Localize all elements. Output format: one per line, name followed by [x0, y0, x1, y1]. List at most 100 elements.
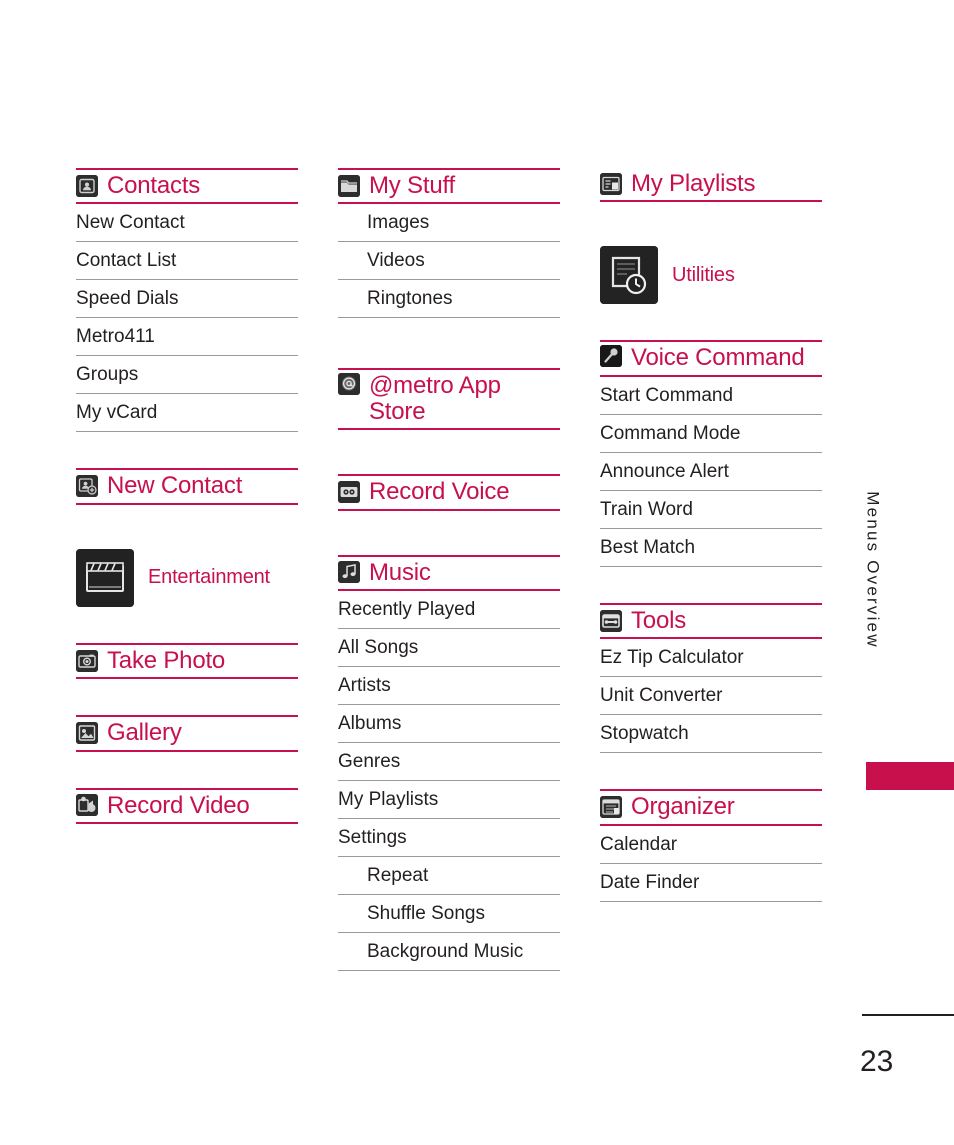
- section-header-contacts[interactable]: Contacts: [76, 168, 298, 205]
- calendar-organizer-icon: [600, 796, 622, 819]
- folder-icon: [338, 174, 360, 197]
- section-title: New Contact: [107, 472, 243, 500]
- list-item[interactable]: Command Mode: [600, 415, 822, 453]
- section-title: Record Voice: [369, 478, 510, 506]
- camcorder-icon: [76, 794, 98, 817]
- chapter-edge-label-text: Menus Overview: [864, 491, 883, 649]
- column-1: Contacts New Contact Contact List Speed …: [76, 168, 298, 825]
- list-item[interactable]: Ez Tip Calculator: [600, 639, 822, 678]
- list-item[interactable]: Artists: [338, 667, 560, 706]
- section-title: Voice Command: [631, 344, 805, 372]
- list-item[interactable]: Ringtones: [338, 280, 560, 319]
- cassette-tape-icon: [338, 481, 360, 504]
- section-title: My Stuff: [369, 172, 455, 199]
- section-title: Take Photo: [107, 646, 226, 674]
- menu-list-contacts: New Contact Contact List Speed Dials Met…: [76, 204, 298, 433]
- list-item[interactable]: Speed Dials: [76, 280, 298, 319]
- list-item[interactable]: Repeat: [338, 857, 560, 896]
- section-header-entertainment[interactable]: Entertainment: [76, 548, 298, 607]
- column-3: My Playlists Utilities Voice Command Sta…: [600, 168, 822, 902]
- list-item[interactable]: Date Finder: [600, 864, 822, 902]
- section-header-metro-app-store[interactable]: @metro App Store: [338, 368, 560, 431]
- list-item[interactable]: All Songs: [338, 629, 560, 668]
- section-record-voice: Record Voice: [338, 474, 560, 511]
- gallery-icon: [76, 722, 98, 745]
- section-new-contact: New Contact: [76, 468, 298, 505]
- section-header-music[interactable]: Music: [338, 554, 560, 592]
- menu-list-my-stuff: Images Videos Ringtones: [338, 204, 560, 319]
- new-contact-icon: [76, 475, 98, 498]
- section-header-take-photo[interactable]: Take Photo: [76, 642, 298, 680]
- list-item[interactable]: Best Match: [600, 529, 822, 567]
- section-my-playlists: My Playlists: [600, 168, 822, 203]
- list-item[interactable]: Train Word: [600, 491, 822, 529]
- list-item[interactable]: Metro411: [76, 318, 298, 357]
- section-header-new-contact[interactable]: New Contact: [76, 468, 298, 505]
- list-item[interactable]: New Contact: [76, 204, 298, 243]
- playlist-icon: [600, 172, 622, 195]
- section-header-record-video[interactable]: Record Video: [76, 787, 298, 825]
- list-item[interactable]: Settings: [338, 819, 560, 858]
- list-item[interactable]: Contact List: [76, 242, 298, 281]
- section-header-my-playlists[interactable]: My Playlists: [600, 168, 822, 203]
- section-header-my-stuff[interactable]: My Stuff: [338, 168, 560, 205]
- section-title: Entertainment: [148, 566, 270, 589]
- list-item[interactable]: Recently Played: [338, 591, 560, 630]
- section-title: My Playlists: [631, 170, 756, 197]
- list-item[interactable]: My Playlists: [338, 781, 560, 820]
- list-item[interactable]: Videos: [338, 242, 560, 281]
- section-header-record-voice[interactable]: Record Voice: [338, 474, 560, 511]
- page-number: 23: [860, 1045, 894, 1078]
- section-gallery: Gallery: [76, 715, 298, 752]
- column-2: My Stuff Images Videos Ringtones @metro …: [338, 168, 560, 972]
- list-item[interactable]: Calendar: [600, 826, 822, 864]
- section-title: Organizer: [631, 793, 735, 821]
- section-tools: Tools Ez Tip Calculator Unit Converter S…: [600, 602, 822, 754]
- list-item[interactable]: Albums: [338, 705, 560, 744]
- section-voice-command: Voice Command Start Command Command Mode…: [600, 340, 822, 567]
- section-take-photo: Take Photo: [76, 642, 298, 680]
- music-notes-icon: [338, 561, 360, 584]
- section-header-voice-command[interactable]: Voice Command: [600, 340, 822, 377]
- list-item[interactable]: Start Command: [600, 377, 822, 415]
- list-item[interactable]: My vCard: [76, 394, 298, 433]
- section-metro-app-store: @metro App Store: [338, 368, 560, 431]
- list-item[interactable]: Groups: [76, 356, 298, 395]
- section-header-organizer[interactable]: Organizer: [600, 789, 822, 826]
- list-item[interactable]: Unit Converter: [600, 677, 822, 716]
- section-title: Gallery: [107, 719, 182, 747]
- menu-list-music: Recently Played All Songs Artists Albums…: [338, 591, 560, 972]
- section-header-tools[interactable]: Tools: [600, 602, 822, 640]
- section-record-video: Record Video: [76, 787, 298, 825]
- section-contacts: Contacts New Contact Contact List Speed …: [76, 168, 298, 433]
- camera-photo-icon: [76, 649, 98, 672]
- section-entertainment: Entertainment: [76, 548, 298, 607]
- section-header-gallery[interactable]: Gallery: [76, 715, 298, 752]
- list-item[interactable]: Shuffle Songs: [338, 895, 560, 934]
- list-item[interactable]: Background Music: [338, 933, 560, 972]
- chapter-edge-label: Menus Overview: [858, 491, 888, 770]
- section-title: Contacts: [107, 172, 201, 199]
- clapperboard-icon: [76, 548, 134, 607]
- list-item[interactable]: Genres: [338, 743, 560, 782]
- section-header-utilities[interactable]: Utilities: [600, 246, 822, 305]
- section-title: Tools: [631, 606, 687, 634]
- menu-list-tools: Ez Tip Calculator Unit Converter Stopwat…: [600, 639, 822, 754]
- menu-list-voice-command: Start Command Command Mode Announce Aler…: [600, 377, 822, 567]
- list-item[interactable]: Images: [338, 204, 560, 243]
- contacts-icon: [76, 174, 98, 197]
- list-item[interactable]: Stopwatch: [600, 715, 822, 754]
- list-item[interactable]: Announce Alert: [600, 453, 822, 491]
